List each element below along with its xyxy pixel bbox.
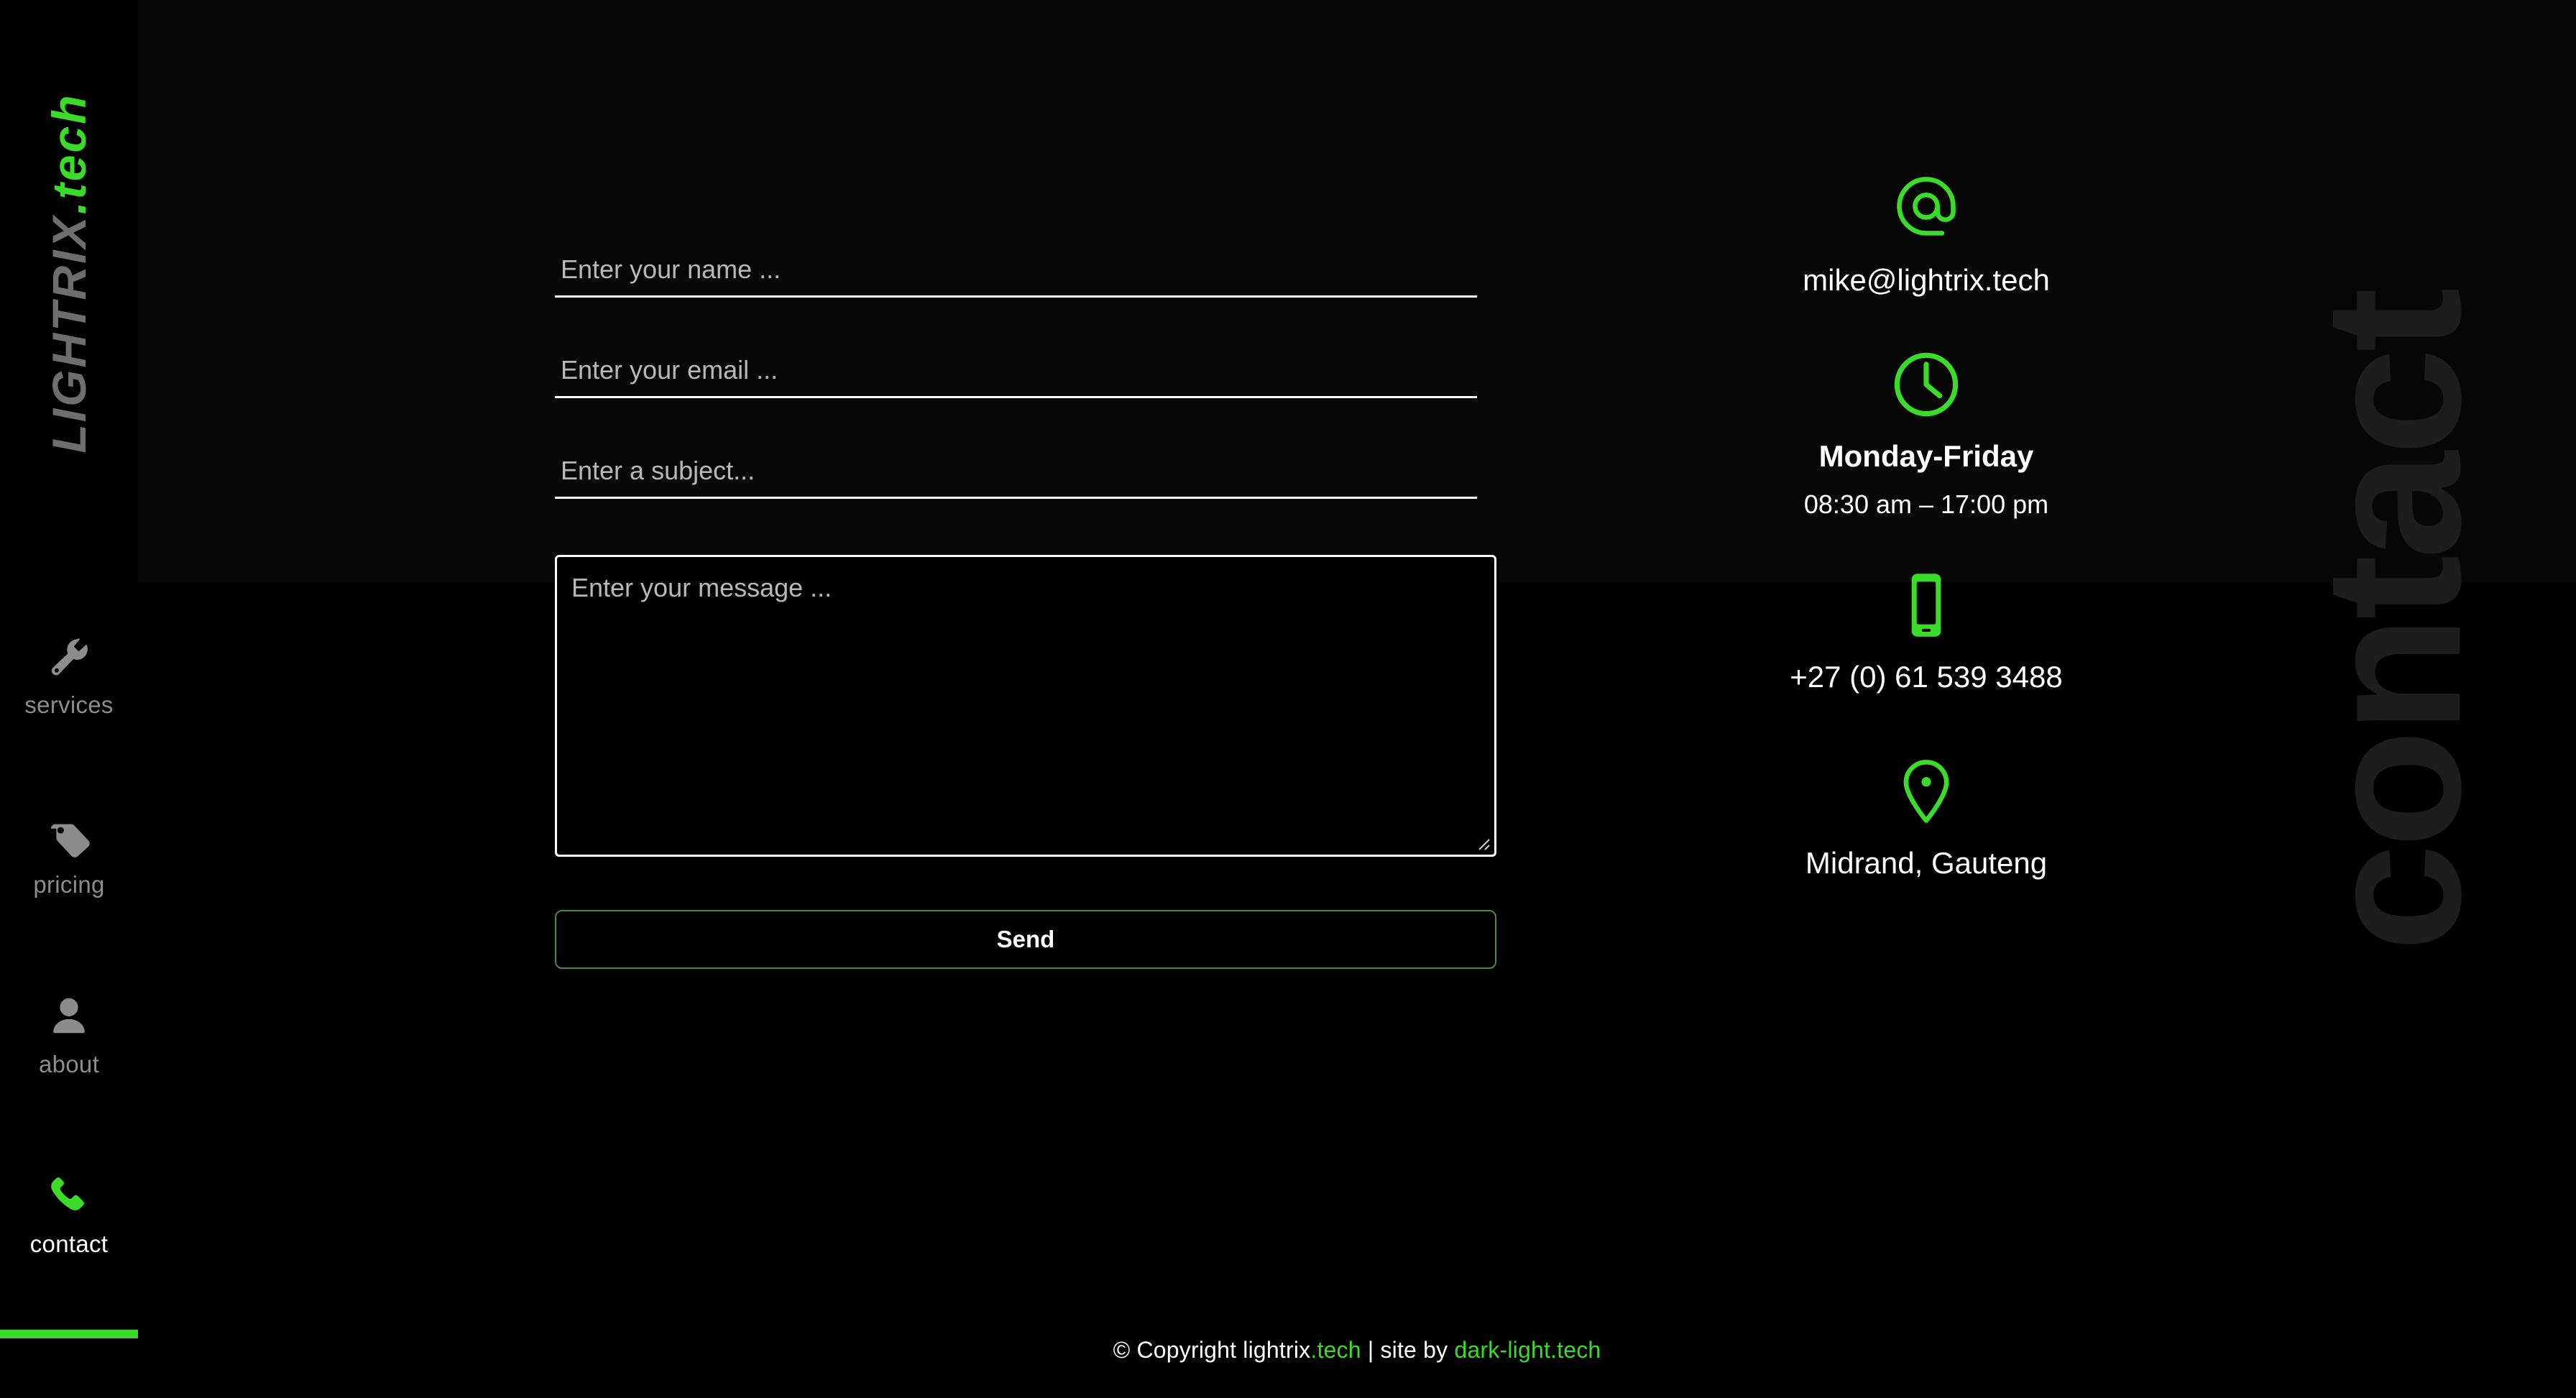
- send-button[interactable]: Send: [555, 910, 1496, 969]
- at-icon: [1883, 165, 1969, 252]
- contact-info-location: Midrand, Gauteng: [1806, 748, 2047, 883]
- footer-copyright: © Copyright lightrix: [1113, 1337, 1311, 1363]
- sidebar: LIGHTRIX.tech services pricing about con…: [0, 0, 138, 1398]
- email-input[interactable]: [555, 354, 1477, 398]
- brand-logo-name: LIGHTRIX: [42, 214, 96, 454]
- email-field-wrapper: [555, 354, 1477, 398]
- location-text: Midrand, Gauteng: [1805, 845, 2048, 880]
- message-field-wrapper: [555, 555, 1496, 857]
- contact-info-hours: Monday-Friday 08:30 am – 17:00 pm: [1804, 341, 2048, 521]
- message-textarea[interactable]: [555, 555, 1496, 857]
- contact-info-email[interactable]: mike@lightrix.tech: [1803, 165, 2050, 300]
- sidebar-item-services[interactable]: services: [0, 618, 138, 798]
- subject-input[interactable]: [555, 454, 1477, 499]
- person-icon: [43, 990, 95, 1042]
- contact-info-phone[interactable]: +27 (0) 61 539 3488: [1790, 562, 2063, 696]
- phone-number: +27 (0) 61 539 3488: [1790, 660, 2063, 694]
- phone-icon: [43, 1170, 95, 1222]
- contact-info-list: mike@lightrix.tech Monday-Friday 08:30 a…: [1545, 165, 2307, 924]
- brand-logo[interactable]: LIGHTRIX.tech: [0, 0, 138, 546]
- footer-separator: | site by: [1361, 1337, 1455, 1363]
- active-indicator-bar: [0, 1330, 138, 1338]
- sidebar-item-label: services: [24, 691, 114, 718]
- contact-form: Send: [555, 253, 1496, 969]
- contact-page: contact LIGHTRIX.tech services pricing a…: [0, 0, 2576, 1398]
- sidebar-nav: services pricing about contact: [0, 618, 138, 1338]
- subject-field-wrapper: [555, 454, 1477, 499]
- sidebar-item-label: pricing: [33, 871, 105, 898]
- footer-copyright-tld: .tech: [1310, 1337, 1361, 1363]
- wrench-icon: [43, 631, 95, 683]
- email-address: mike@lightrix.tech: [1803, 263, 2050, 297]
- hours-days: Monday-Friday: [1818, 438, 2034, 473]
- mobile-icon: [1883, 562, 1969, 648]
- sidebar-item-contact[interactable]: contact: [0, 1157, 138, 1338]
- name-field-wrapper: [555, 253, 1477, 298]
- footer-site-by-link[interactable]: dark-light.tech: [1454, 1337, 1601, 1363]
- name-input[interactable]: [555, 253, 1477, 298]
- page-watermark: contact: [2271, 237, 2516, 1006]
- sidebar-item-label: about: [38, 1051, 100, 1077]
- brand-logo-tld: .tech: [42, 93, 96, 215]
- map-pin-icon: [1883, 748, 1969, 834]
- footer: © Copyright lightrix.tech | site by dark…: [138, 1337, 2576, 1363]
- tag-icon: [43, 811, 95, 863]
- sidebar-item-about[interactable]: about: [0, 978, 138, 1157]
- clock-icon: [1883, 341, 1969, 428]
- hours-time: 08:30 am – 17:00 pm: [1803, 489, 2049, 519]
- sidebar-item-pricing[interactable]: pricing: [0, 798, 138, 978]
- sidebar-item-label: contact: [29, 1231, 109, 1257]
- watermark-text: contact: [2285, 291, 2502, 952]
- brand-logo-text: LIGHTRIX.tech: [42, 93, 96, 454]
